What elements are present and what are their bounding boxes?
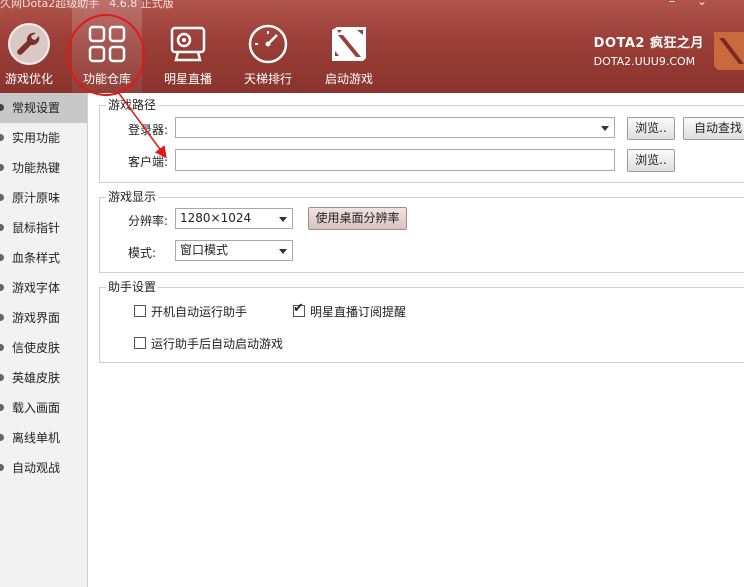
checkmark-icon: ✔ <box>293 301 304 316</box>
gauge-icon <box>248 24 288 64</box>
sidebar-item-label: 信使皮肤 <box>12 341 61 355</box>
bullet-icon <box>0 224 4 231</box>
dota-emblem-icon <box>714 32 744 70</box>
bullet-icon <box>0 194 4 201</box>
bullet-icon <box>0 434 4 441</box>
sidebar-item-label: 英雄皮肤 <box>12 371 61 385</box>
resolution-value: 1280×1024 <box>180 211 252 225</box>
nav-label: 启动游戏 <box>324 72 373 86</box>
webcam-icon <box>170 26 206 62</box>
autostart-checkbox[interactable] <box>134 305 146 317</box>
dropdown-arrow-icon <box>279 249 287 254</box>
sidebar-item-label: 游戏字体 <box>12 281 61 295</box>
sidebar-item-hero-skin[interactable]: 英雄皮肤 <box>0 363 87 393</box>
sidebar-item-original[interactable]: 原汁原味 <box>0 183 87 213</box>
bullet-icon <box>0 164 4 171</box>
mode-select[interactable]: 窗口模式 <box>175 240 293 261</box>
launcher-label: 登录器: <box>128 123 169 137</box>
sidebar-item-font[interactable]: 游戏字体 <box>0 273 87 303</box>
brand-title: DOTA2 疯狂之月 <box>593 36 704 51</box>
sidebar-item-general[interactable]: 常规设置 <box>0 93 87 123</box>
bullet-icon <box>0 374 4 381</box>
sidebar-item-healthbar[interactable]: 血条样式 <box>0 243 87 273</box>
nav-star-live[interactable]: 明星直播 <box>158 0 218 93</box>
sidebar-item-loading-screen[interactable]: 载入画面 <box>0 393 87 423</box>
sidebar-item-label: 功能热键 <box>12 161 61 175</box>
group-title: 游戏路径 <box>106 98 159 112</box>
mode-value: 窗口模式 <box>180 243 229 257</box>
sidebar-item-auto-spectate[interactable]: 自动观战 <box>0 453 87 483</box>
star-live-label[interactable]: 明星直播订阅提醒 <box>310 303 406 320</box>
bullet-icon <box>0 344 4 351</box>
mode-label: 模式: <box>128 246 157 260</box>
wrench-icon <box>8 23 50 65</box>
auto-launch-checkbox[interactable] <box>134 337 146 349</box>
use-desktop-resolution-button[interactable]: 使用桌面分辨率 <box>308 207 407 230</box>
client-label: 客户端: <box>128 155 169 169</box>
resolution-label: 分辨率: <box>128 214 169 228</box>
bullet-icon <box>0 134 4 141</box>
bullet-icon <box>0 284 4 291</box>
sidebar-item-offline[interactable]: 离线单机 <box>0 423 87 453</box>
nav-ladder-rank[interactable]: 天梯排行 <box>236 0 300 93</box>
nav-label: 明星直播 <box>163 72 212 86</box>
sidebar-item-utilities[interactable]: 实用功能 <box>0 123 87 153</box>
bullet-icon <box>0 464 4 471</box>
nav-feature-store[interactable]: 功能仓库 <box>72 0 142 93</box>
sidebar-item-interface[interactable]: 游戏界面 <box>0 303 87 333</box>
resolution-select[interactable]: 1280×1024 <box>175 208 293 229</box>
browse-client-button[interactable]: 浏览.. <box>627 149 675 172</box>
sidebar-item-label: 游戏界面 <box>12 311 61 325</box>
bullet-icon <box>0 254 4 261</box>
launcher-combo[interactable] <box>175 117 615 138</box>
sidebar-item-label: 原汁原味 <box>12 191 61 205</box>
auto-launch-label[interactable]: 运行助手后自动启动游戏 <box>151 335 283 352</box>
brand-block: DOTA2 疯狂之月 DOTA2.UUU9.COM <box>594 32 704 68</box>
group-title: 助手设置 <box>106 280 159 294</box>
sidebar-item-label: 实用功能 <box>12 131 61 145</box>
brand-url: DOTA2.UUU9.COM <box>593 55 696 68</box>
sidebar-item-cursor[interactable]: 鼠标指针 <box>0 213 87 243</box>
sidebar-item-label: 血条样式 <box>12 251 61 265</box>
bullet-icon <box>0 404 4 411</box>
sidebar-item-label: 鼠标指针 <box>12 221 61 235</box>
sidebar-item-hotkeys[interactable]: 功能热键 <box>0 153 87 183</box>
dropdown-arrow-icon <box>601 126 609 131</box>
chevron-down-icon[interactable]: ⌄ <box>697 0 707 8</box>
sidebar: 常规设置 实用功能 功能热键 原汁原味 鼠标指针 血条样式 游戏字体 游戏界面 … <box>0 93 88 587</box>
autostart-label[interactable]: 开机自动运行助手 <box>151 303 247 320</box>
browse-launcher-button[interactable]: 浏览.. <box>627 117 675 140</box>
sidebar-item-label: 离线单机 <box>12 431 61 445</box>
minimize-icon[interactable]: – <box>669 0 675 8</box>
nav-game-optimize[interactable]: 游戏优化 <box>0 0 58 93</box>
nav-label: 功能仓库 <box>82 72 131 86</box>
header-bar: 久网Dota2超级助手4.6.8 正式版 – ⌄ 游戏优化 功能仓库 <box>0 0 744 93</box>
dota-logo-icon <box>332 27 366 61</box>
group-title: 游戏显示 <box>106 190 159 204</box>
bullet-icon <box>0 314 4 321</box>
client-path-input[interactable] <box>175 149 615 171</box>
auto-find-button[interactable]: 自动查找 <box>683 117 744 140</box>
sidebar-item-label: 自动观战 <box>12 461 61 475</box>
nav-label: 天梯排行 <box>243 72 292 86</box>
star-live-checkbox[interactable]: ✔ <box>293 301 305 317</box>
bullet-icon <box>0 104 4 111</box>
sidebar-item-courier-skin[interactable]: 信使皮肤 <box>0 333 87 363</box>
dropdown-arrow-icon <box>279 217 287 222</box>
sidebar-item-label: 载入画面 <box>12 401 61 415</box>
grid-icon <box>88 25 126 63</box>
nav-launch-game[interactable]: 启动游戏 <box>317 0 381 93</box>
nav-label: 游戏优化 <box>4 72 53 86</box>
sidebar-item-label: 常规设置 <box>12 101 61 115</box>
